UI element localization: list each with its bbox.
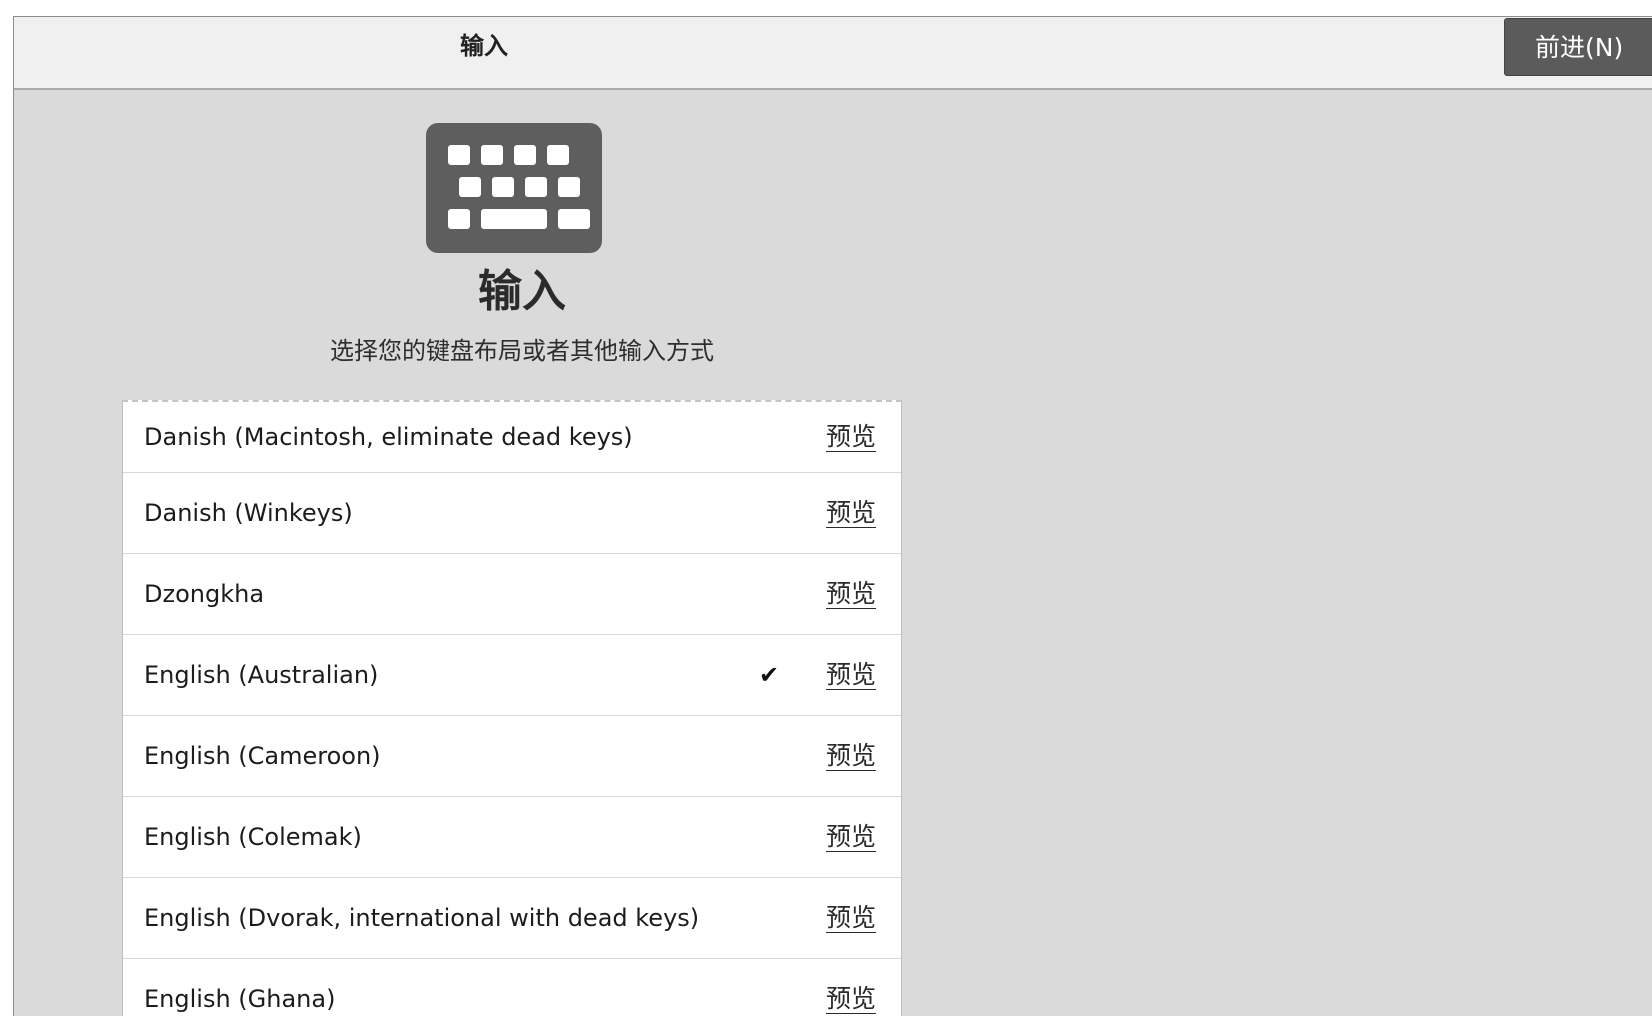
layout-row[interactable]: Danish (Winkeys) 预览 (123, 473, 901, 554)
page-subtitle: 选择您的键盘布局或者其他输入方式 (330, 337, 714, 365)
preview-link[interactable]: 预览 (826, 878, 877, 958)
preview-link[interactable]: 预览 (826, 959, 877, 1016)
layout-name: Dzongkha (144, 580, 265, 608)
preview-link[interactable]: 预览 (826, 473, 877, 553)
keyboard-layout-list[interactable]: Danish (Macintosh, eliminate dead keys) … (122, 400, 902, 1016)
preview-link[interactable]: 预览 (826, 716, 877, 796)
layout-name: English (Dvorak, international with dead… (144, 904, 700, 932)
layout-row[interactable]: English (Colemak) 预览 (123, 797, 901, 878)
layout-row[interactable]: Danish (Macintosh, eliminate dead keys) … (123, 402, 901, 473)
layout-name: English (Australian) (144, 661, 379, 689)
layout-row[interactable]: Dzongkha 预览 (123, 554, 901, 635)
preview-link[interactable]: 预览 (826, 635, 877, 715)
layout-row-selected[interactable]: English (Australian) ✔ 预览 (123, 635, 901, 716)
page-title: 输入 (478, 266, 566, 317)
header-title: 输入 (460, 32, 508, 60)
preview-link[interactable]: 预览 (826, 402, 877, 472)
preview-link[interactable]: 预览 (826, 797, 877, 877)
layout-row[interactable]: English (Cameroon) 预览 (123, 716, 901, 797)
layout-row[interactable]: English (Ghana) 预览 (123, 959, 901, 1016)
setup-window: 输入 前进(N) 输入 选择您的键盘布局或者其他输入方式 Danish (Mac… (13, 16, 1652, 1016)
checkmark-icon: ✔ (759, 661, 780, 689)
next-button[interactable]: 前进(N) (1504, 18, 1652, 76)
layout-name: English (Ghana) (144, 985, 336, 1013)
keyboard-icon (426, 123, 602, 253)
layout-name: Danish (Winkeys) (144, 499, 353, 527)
layout-row[interactable]: English (Dvorak, international with dead… (123, 878, 901, 959)
layout-name: Danish (Macintosh, eliminate dead keys) (144, 423, 633, 451)
layout-name: English (Cameroon) (144, 742, 381, 770)
preview-link[interactable]: 预览 (826, 554, 877, 634)
header-bar: 输入 前进(N) (14, 17, 1652, 90)
layout-name: English (Colemak) (144, 823, 362, 851)
